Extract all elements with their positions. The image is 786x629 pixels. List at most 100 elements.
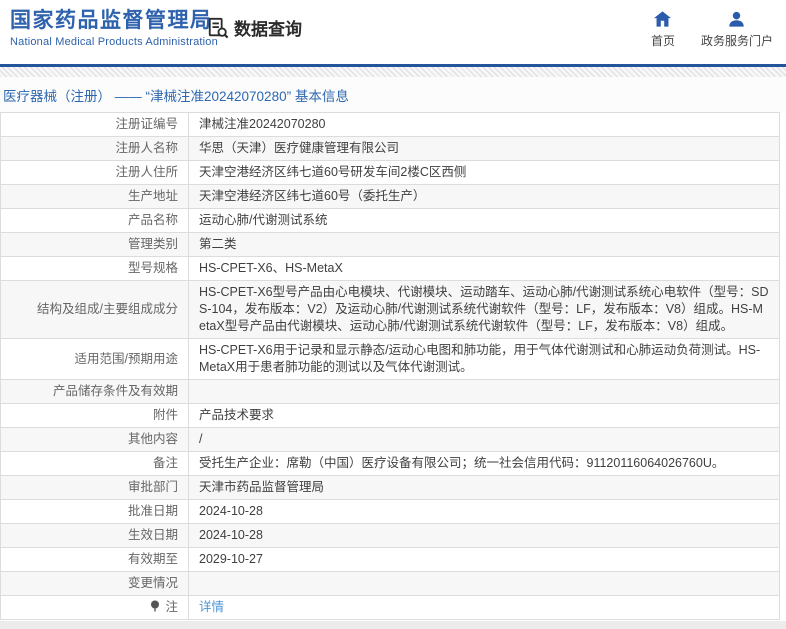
footer-strip	[0, 621, 786, 629]
field-label: 生效日期	[0, 523, 189, 548]
field-value: 运动心肺/代谢测试系统	[188, 208, 780, 233]
field-label: 结构及组成/主要组成成分	[0, 280, 189, 339]
field-value-text: 天津空港经济区纬七道60号（委托生产）	[199, 189, 426, 203]
field-label-text: 有效期至	[127, 552, 178, 566]
field-value: 华思（天津）医疗健康管理有限公司	[188, 136, 780, 161]
table-row: 产品名称 运动心肺/代谢测试系统	[0, 208, 780, 233]
table-row: 其他内容 /	[0, 427, 780, 452]
field-value: HS-CPET-X6用于记录和显示静态/运动心电图和肺功能，用于气体代谢测试和心…	[188, 338, 780, 380]
field-label-text: 结构及组成/主要组成成分	[37, 302, 178, 316]
field-label: 型号规格	[0, 256, 189, 281]
field-label: 产品储存条件及有效期	[0, 379, 189, 404]
field-label-text: 产品储存条件及有效期	[52, 384, 178, 398]
document-search-icon	[207, 17, 229, 39]
table-row: 适用范围/预期用途 HS-CPET-X6用于记录和显示静态/运动心电图和肺功能，用…	[0, 338, 780, 380]
registration-info-table: 注册证编号 津械注准20242070280 注册人名称 华思（天津）医疗健康管理有限公…	[0, 112, 780, 620]
field-label: 产品名称	[0, 208, 189, 233]
nmpa-logo: 国家药品监督管理局 National Medical Products Admi…	[10, 9, 218, 48]
table-row: 附件 产品技术要求	[0, 403, 780, 428]
field-label: 审批部门	[0, 475, 189, 500]
field-value-text: 第二类	[199, 237, 237, 251]
field-value-text: 2024-10-28	[199, 504, 263, 518]
field-value: /	[188, 427, 780, 452]
field-label: 批准日期	[0, 499, 189, 524]
detail-link[interactable]: 详情	[199, 600, 224, 614]
table-row: 注册人住所 天津空港经济区纬七道60号研发车间2楼C区西侧	[0, 160, 780, 185]
field-label: 变更情况	[0, 571, 189, 596]
field-label-text: 产品名称	[127, 213, 178, 227]
field-label: 注册人名称	[0, 136, 189, 161]
field-value: 津械注准20242070280	[188, 112, 780, 137]
field-label: 管理类别	[0, 232, 189, 257]
table-row: 备注 受托生产企业：席勒（中国）医疗设备有限公司；统一社会信用代码：9112011…	[0, 451, 780, 476]
data-query-nav[interactable]: 数据查询	[207, 15, 302, 40]
table-row: 生效日期 2024-10-28	[0, 523, 780, 548]
field-value-text: 2024-10-28	[199, 528, 263, 542]
field-label-text: 变更情况	[127, 576, 178, 590]
field-label-text: 注	[165, 600, 178, 614]
field-label: 其他内容	[0, 427, 189, 452]
field-value: 2024-10-28	[188, 523, 780, 548]
field-label-text: 注册人名称	[115, 141, 178, 155]
user-icon	[728, 11, 745, 27]
table-row: 管理类别 第二类	[0, 232, 780, 257]
field-label-text: 其他内容	[127, 432, 178, 446]
site-subtitle: National Medical Products Administration	[10, 36, 218, 48]
field-label-text: 生效日期	[127, 528, 178, 542]
table-row: 有效期至 2029-10-27	[0, 547, 780, 572]
data-query-label: 数据查询	[234, 20, 302, 39]
home-label: 首页	[650, 34, 675, 48]
field-value: 天津空港经济区纬七道60号研发车间2楼C区西侧	[188, 160, 780, 185]
field-value	[188, 379, 780, 404]
field-label-text: 适用范围/预期用途	[74, 351, 178, 366]
breadcrumb-text: 医疗器械（注册） —— “津械注准20242070280” 基本信息	[3, 88, 349, 104]
field-label: 注册人住所	[0, 160, 189, 185]
field-label-text: 管理类别	[127, 237, 178, 251]
field-value: 第二类	[188, 232, 780, 257]
field-label-text: 注册人住所	[115, 165, 178, 179]
field-value: 详情	[188, 595, 780, 620]
field-value: HS-CPET-X6、HS-MetaX	[188, 256, 780, 281]
site-header: 国家药品监督管理局 National Medical Products Admi…	[0, 0, 786, 64]
info-table-body: 注册证编号 津械注准20242070280 注册人名称 华思（天津）医疗健康管理有限公…	[0, 112, 780, 620]
field-label: 注册证编号	[0, 112, 189, 137]
home-nav[interactable]: 首页	[651, 11, 675, 49]
field-label-text: 附件	[152, 408, 178, 422]
field-value: 产品技术要求	[188, 403, 780, 428]
home-icon	[654, 11, 672, 27]
field-label: 备注	[0, 451, 189, 476]
field-label: 生产地址	[0, 184, 189, 209]
field-label-text: 批准日期	[127, 504, 178, 518]
breadcrumb: 医疗器械（注册） —— “津械注准20242070280” 基本信息	[0, 77, 786, 112]
field-value-text: HS-CPET-X6、HS-MetaX	[199, 261, 343, 275]
note-balloon-icon	[150, 600, 160, 612]
field-label-text: 型号规格	[127, 261, 178, 275]
field-label: 适用范围/预期用途	[0, 338, 189, 380]
table-row: 批准日期 2024-10-28	[0, 499, 780, 524]
table-row: 注 详情	[0, 595, 780, 620]
field-value-text: 天津空港经济区纬七道60号研发车间2楼C区西侧	[199, 165, 467, 179]
header-right-nav: 首页 政务服务门户	[651, 11, 773, 49]
field-value-text: /	[199, 432, 203, 446]
gov-portal-nav[interactable]: 政务服务门户	[701, 11, 773, 49]
gov-portal-label: 政务服务门户	[700, 34, 773, 48]
field-label: 注	[0, 595, 189, 620]
field-value-text: HS-CPET-X6型号产品由心电模块、代谢模块、运动踏车、运动心肺/代谢测试系…	[199, 285, 769, 333]
field-label: 附件	[0, 403, 189, 428]
field-value	[188, 571, 780, 596]
table-row: 型号规格 HS-CPET-X6、HS-MetaX	[0, 256, 780, 281]
table-row: 注册证编号 津械注准20242070280	[0, 112, 780, 137]
table-row: 注册人名称 华思（天津）医疗健康管理有限公司	[0, 136, 780, 161]
field-value-text: 2029-10-27	[199, 552, 263, 566]
field-label: 有效期至	[0, 547, 189, 572]
field-value-text: HS-CPET-X6用于记录和显示静态/运动心电图和肺功能，用于气体代谢测试和心…	[199, 343, 761, 374]
table-row: 审批部门 天津市药品监督管理局	[0, 475, 780, 500]
table-row: 产品储存条件及有效期	[0, 379, 780, 404]
field-label-text: 审批部门	[127, 480, 178, 494]
field-value: HS-CPET-X6型号产品由心电模块、代谢模块、运动踏车、运动心肺/代谢测试系…	[188, 280, 780, 339]
field-value: 2024-10-28	[188, 499, 780, 524]
table-row: 变更情况	[0, 571, 780, 596]
field-value-text: 产品技术要求	[199, 408, 275, 422]
site-title: 国家药品监督管理局	[10, 9, 213, 32]
field-value-text: 受托生产企业：席勒（中国）医疗设备有限公司；统一社会信用代码：911201160…	[199, 456, 725, 470]
